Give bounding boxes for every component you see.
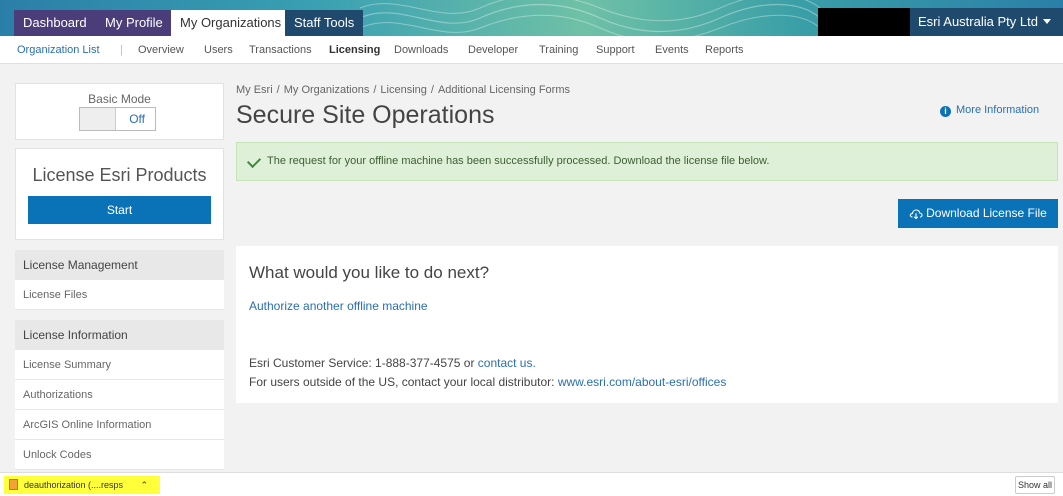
breadcrumb-item[interactable]: Licensing <box>380 84 426 96</box>
subnav-support[interactable]: Support <box>596 44 635 56</box>
more-information-label: More Information <box>956 104 1040 116</box>
tab-dashboard[interactable]: Dashboard <box>14 10 96 36</box>
file-icon <box>9 479 18 490</box>
customer-service-text: Esri Customer Service: 1-888-377-4575 or… <box>249 356 536 370</box>
org-name: Esri Australia Pty Ltd <box>918 14 1038 29</box>
tab-staff-tools[interactable]: Staff Tools <box>285 10 364 36</box>
subnav-reports[interactable]: Reports <box>705 44 744 56</box>
sidebar-item-license-summary[interactable]: License Summary <box>15 350 224 380</box>
success-message: The request for your offline machine has… <box>267 155 770 167</box>
breadcrumb: My Esri / My Organizations / Licensing / Addit… <box>236 84 571 96</box>
contact-us-link[interactable]: contact us. <box>478 356 536 370</box>
subnav-overview[interactable]: Overview <box>138 44 184 56</box>
start-button[interactable]: Start <box>28 196 211 224</box>
tab-my-organizations[interactable]: My Organizations <box>171 10 291 36</box>
sub-navigation: Organization List | Overview Users Trans… <box>0 36 1063 64</box>
decorative-pattern <box>360 0 820 36</box>
breadcrumb-item[interactable]: My Organizations <box>284 84 370 96</box>
toggle-value: Off <box>129 112 145 126</box>
basic-mode-toggle[interactable]: Off <box>79 107 156 131</box>
top-navigation-bar: Dashboard My Profile My Organizations St… <box>0 0 1063 36</box>
esri-offices-link[interactable]: www.esri.com/about-esri/offices <box>558 375 727 389</box>
breadcrumb-item: Additional Licensing Forms <box>437 84 571 96</box>
subnav-licensing[interactable]: Licensing <box>329 44 380 56</box>
tab-my-profile[interactable]: My Profile <box>96 10 172 36</box>
toggle-knob <box>80 108 116 130</box>
subnav-training[interactable]: Training <box>539 44 578 56</box>
distributor-text: For users outside of the US, contact you… <box>249 375 726 389</box>
org-selector[interactable]: Esri Australia Pty Ltd <box>910 8 1063 36</box>
sidebar-item-license-files[interactable]: License Files <box>15 280 224 310</box>
show-all-button[interactable]: Show all <box>1015 476 1055 494</box>
info-icon: i <box>940 106 951 117</box>
basic-mode-card: Basic Mode Off <box>15 83 224 140</box>
subnav-developer[interactable]: Developer <box>468 44 518 56</box>
subnav-divider: | <box>120 44 123 56</box>
sidebar-heading-license-management: License Management <box>15 250 224 280</box>
subnav-transactions[interactable]: Transactions <box>249 44 312 56</box>
next-steps-title: What would you like to do next? <box>249 263 490 282</box>
sidebar-item-arcgis-online-information[interactable]: ArcGIS Online Information <box>15 410 224 440</box>
next-steps-card: What would you like to do next? Authoriz… <box>236 246 1058 403</box>
subnav-events[interactable]: Events <box>655 44 689 56</box>
download-license-file-button[interactable]: Download License File <box>898 199 1058 228</box>
sidebar-heading-license-information: License Information <box>15 320 224 350</box>
subnav-downloads[interactable]: Downloads <box>394 44 448 56</box>
authorize-another-machine-link[interactable]: Authorize another offline machine <box>249 299 428 313</box>
browser-download-bar: deauthorization (....resps ⌃ Show all <box>0 472 1063 496</box>
download-item[interactable]: deauthorization (....resps ⌃ <box>4 476 160 494</box>
basic-mode-label: Basic Mode <box>88 92 151 106</box>
cloud-download-icon <box>909 209 923 219</box>
page-title: Secure Site Operations <box>236 101 495 129</box>
sidebar-item-unlock-codes[interactable]: Unlock Codes <box>15 440 224 470</box>
subnav-organization-list[interactable]: Organization List <box>17 44 100 56</box>
checkmark-icon <box>246 153 262 169</box>
success-alert: The request for your offline machine has… <box>236 142 1058 181</box>
distributor-prefix: For users outside of the US, contact you… <box>249 375 558 389</box>
redacted-area <box>818 8 910 36</box>
caret-down-icon <box>1042 19 1051 24</box>
license-products-title: License Esri Products <box>32 165 207 185</box>
breadcrumb-item[interactable]: My Esri <box>236 84 273 96</box>
license-products-card: License Esri Products Start <box>15 148 224 240</box>
download-file-label: deauthorization (....resps <box>24 480 124 490</box>
customer-service-prefix: Esri Customer Service: 1-888-377-4575 or <box>249 356 478 370</box>
download-license-file-label: Download License File <box>926 206 1047 220</box>
subnav-users[interactable]: Users <box>204 44 233 56</box>
sidebar-item-authorizations[interactable]: Authorizations <box>15 380 224 410</box>
chevron-up-icon[interactable]: ⌃ <box>140 476 148 494</box>
more-information-link[interactable]: i More Information <box>940 104 1039 117</box>
